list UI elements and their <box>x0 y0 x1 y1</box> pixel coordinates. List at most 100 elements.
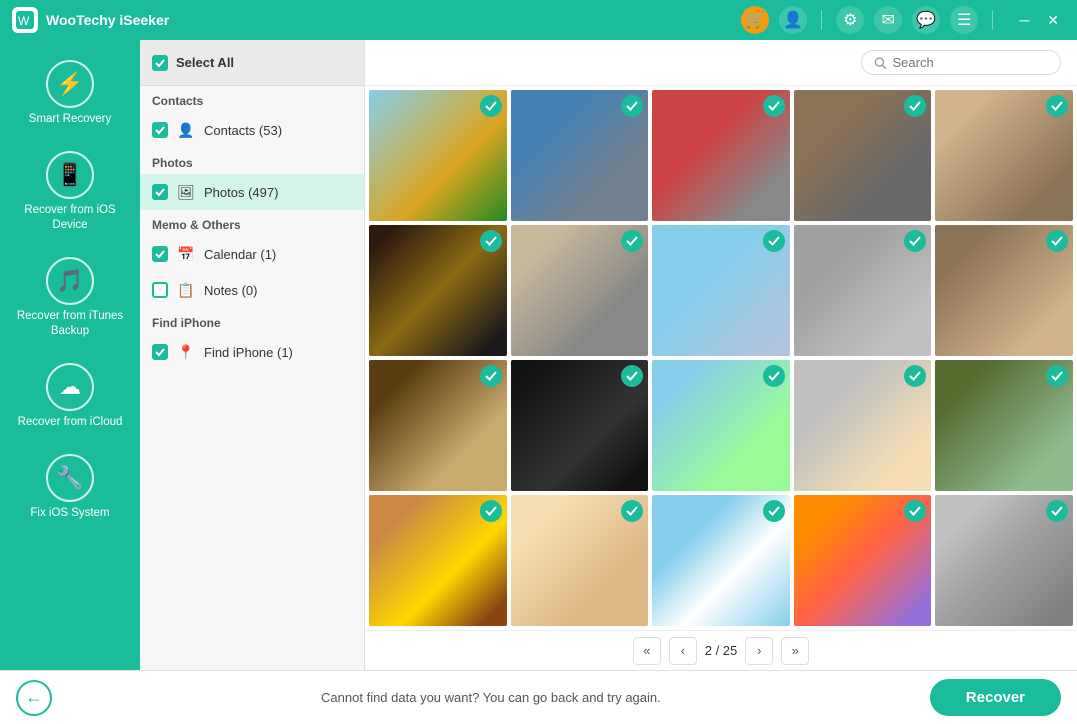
separator <box>821 10 822 30</box>
photo-cell[interactable] <box>511 90 649 221</box>
contacts-label: Contacts (53) <box>204 123 282 138</box>
photo-check <box>763 500 785 522</box>
photo-check <box>1046 230 1068 252</box>
title-bar: W WooTechy iSeeker 🛒 👤 ⚙ ✉ 💬 ☰ ─ ✕ <box>0 0 1077 40</box>
panel-header: Select All <box>140 40 364 86</box>
sidebar-item-label-itunes: Recover from iTunes Backup <box>14 309 126 339</box>
photo-cell[interactable] <box>369 90 507 221</box>
prev-page-button[interactable]: ‹ <box>669 637 697 665</box>
calendar-label: Calendar (1) <box>204 247 276 262</box>
contacts-checkbox[interactable] <box>152 122 168 138</box>
close-button[interactable]: ✕ <box>1041 10 1065 31</box>
sidebar-item-label-ios: Recover from iOS Device <box>14 203 126 233</box>
photo-cell[interactable] <box>369 360 507 491</box>
calendar-checkbox[interactable] <box>152 246 168 262</box>
photos-checkbox[interactable] <box>152 184 168 200</box>
notes-checkbox[interactable] <box>152 282 168 298</box>
menu-icon[interactable]: ☰ <box>950 6 978 34</box>
settings-icon[interactable]: ⚙ <box>836 6 864 34</box>
contacts-icon: 👤 <box>176 120 196 140</box>
photo-check <box>763 95 785 117</box>
page-info: 2 / 25 <box>705 643 738 658</box>
photo-grid <box>365 86 1077 630</box>
bottom-bar: ← Cannot find data you want? You can go … <box>0 670 1077 724</box>
minimize-button[interactable]: ─ <box>1013 10 1035 31</box>
photo-cell[interactable] <box>935 495 1073 626</box>
photo-check <box>1046 95 1068 117</box>
main-content: « ‹ 2 / 25 › » <box>365 40 1077 670</box>
panel-item-contacts[interactable]: 👤 Contacts (53) <box>140 112 364 148</box>
sidebar-item-label: Smart Recovery <box>29 112 111 127</box>
search-box[interactable] <box>861 50 1061 75</box>
photo-cell[interactable] <box>652 90 790 221</box>
photo-cell[interactable] <box>794 90 932 221</box>
recover-itunes-icon: 🎵 <box>46 257 94 305</box>
sidebar-item-recover-icloud[interactable]: ☁ Recover from iCloud <box>10 353 130 440</box>
find-iphone-label: Find iPhone (1) <box>204 345 293 360</box>
photo-check <box>904 365 926 387</box>
user-icon[interactable]: 👤 <box>779 6 807 34</box>
panel-item-find-iphone[interactable]: 📍 Find iPhone (1) <box>140 334 364 370</box>
sidebar-item-fix-ios[interactable]: 🔧 Fix iOS System <box>10 444 130 531</box>
search-icon <box>874 56 887 70</box>
photo-check <box>621 500 643 522</box>
sidebar-item-recover-itunes[interactable]: 🎵 Recover from iTunes Backup <box>10 247 130 349</box>
mail-icon[interactable]: ✉ <box>874 6 902 34</box>
panel-item-calendar[interactable]: 📅 Calendar (1) <box>140 236 364 272</box>
last-page-button[interactable]: » <box>781 637 809 665</box>
first-page-button[interactable]: « <box>633 637 661 665</box>
calendar-icon: 📅 <box>176 244 196 264</box>
recover-icloud-icon: ☁ <box>46 363 94 411</box>
photo-cell[interactable] <box>935 90 1073 221</box>
content-toolbar <box>365 40 1077 86</box>
sidebar-item-smart-recovery[interactable]: ⚡ Smart Recovery <box>10 50 130 137</box>
photo-check <box>904 95 926 117</box>
find-iphone-icon: 📍 <box>176 342 196 362</box>
photo-cell[interactable] <box>794 225 932 356</box>
search-input[interactable] <box>893 55 1048 70</box>
photo-check <box>480 500 502 522</box>
panel-item-notes[interactable]: 📋 Notes (0) <box>140 272 364 308</box>
photo-cell[interactable] <box>369 225 507 356</box>
fix-ios-icon: 🔧 <box>46 454 94 502</box>
notes-icon: 📋 <box>176 280 196 300</box>
chat-icon[interactable]: 💬 <box>912 6 940 34</box>
select-all-label[interactable]: Select All <box>176 55 234 70</box>
photo-cell[interactable] <box>652 495 790 626</box>
photo-cell[interactable] <box>369 495 507 626</box>
photo-cell[interactable] <box>511 495 649 626</box>
panel-item-photos[interactable]: 🖼 Photos (497) <box>140 174 364 210</box>
section-memo: Memo & Others <box>140 210 364 236</box>
photo-check <box>763 365 785 387</box>
photo-cell[interactable] <box>511 225 649 356</box>
photo-check <box>621 230 643 252</box>
cart-icon[interactable]: 🛒 <box>741 6 769 34</box>
photo-check <box>904 500 926 522</box>
photos-icon: 🖼 <box>176 182 196 202</box>
svg-text:W: W <box>18 14 30 28</box>
recover-button[interactable]: Recover <box>930 679 1061 716</box>
photo-check <box>904 230 926 252</box>
sidebar-item-label-icloud: Recover from iCloud <box>18 415 123 430</box>
section-photos: Photos <box>140 148 364 174</box>
photo-cell[interactable] <box>794 360 932 491</box>
section-find-iphone: Find iPhone <box>140 308 364 334</box>
window-controls: ─ ✕ <box>1013 10 1065 31</box>
photo-cell[interactable] <box>652 225 790 356</box>
find-iphone-checkbox[interactable] <box>152 344 168 360</box>
sidebar-item-label-fix: Fix iOS System <box>30 506 109 521</box>
photo-cell[interactable] <box>652 360 790 491</box>
photo-cell[interactable] <box>935 360 1073 491</box>
title-bar-actions: 🛒 👤 ⚙ ✉ 💬 ☰ ─ ✕ <box>741 6 1065 34</box>
notes-label: Notes (0) <box>204 283 257 298</box>
next-page-button[interactable]: › <box>745 637 773 665</box>
back-button[interactable]: ← <box>16 680 52 716</box>
recover-ios-icon: 📱 <box>46 151 94 199</box>
section-contacts: Contacts <box>140 86 364 112</box>
sidebar-item-recover-ios[interactable]: 📱 Recover from iOS Device <box>10 141 130 243</box>
pagination-bar: « ‹ 2 / 25 › » <box>365 630 1077 670</box>
photo-cell[interactable] <box>511 360 649 491</box>
photo-cell[interactable] <box>794 495 932 626</box>
select-all-checkbox[interactable] <box>152 55 168 71</box>
photo-cell[interactable] <box>935 225 1073 356</box>
